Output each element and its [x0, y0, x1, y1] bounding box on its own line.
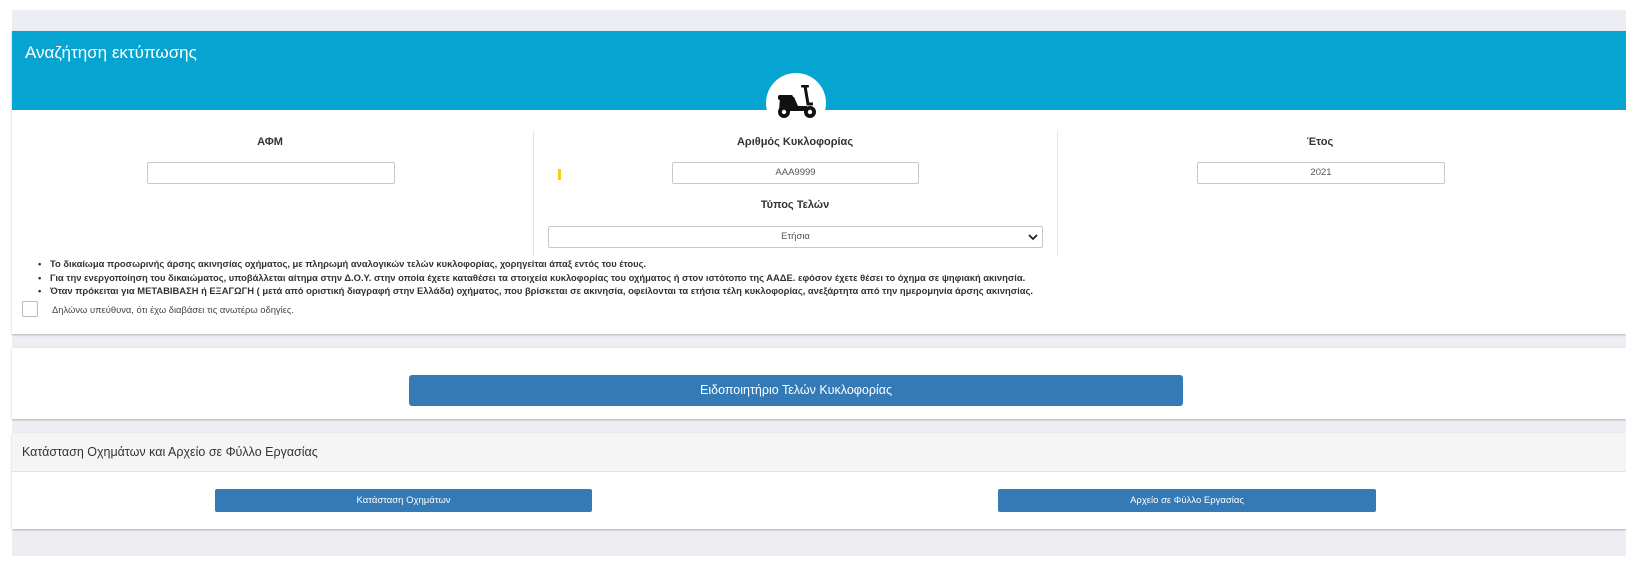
vehicle-status-header: Κατάσταση Οχημάτων και Αρχείο σε Φύλλο Ε… — [12, 433, 1626, 472]
afm-label: ΑΦΜ — [257, 136, 283, 148]
fee-type-select[interactable]: Ετήσια — [548, 226, 1043, 248]
spreadsheet-file-button[interactable]: Αρχείο σε Φύλλο Εργασίας — [998, 489, 1376, 512]
column-divider — [1057, 131, 1058, 256]
vehicle-status-button[interactable]: Κατάσταση Οχημάτων — [215, 489, 592, 512]
declaration-label: Δηλώνω υπεύθυνα, ότι έχω διαβάσει τις αν… — [52, 304, 295, 315]
instruction-item: Όταν πρόκειται για ΜΕΤΑΒΙΒΑΣΗ ή ΕΞΑΓΩΓΗ … — [38, 284, 1033, 298]
traffic-fees-notice-button[interactable]: Ειδοποιητήριο Τελών Κυκλοφορίας — [409, 375, 1183, 406]
instructions-list: Το δικαίωμα προσωρινής άρσης ακινησίας ο… — [38, 257, 1033, 298]
notice-panel: Ειδοποιητήριο Τελών Κυκλοφορίας — [12, 348, 1626, 419]
declaration-checkbox[interactable] — [22, 301, 38, 317]
plate-field[interactable]: AAA9999 — [672, 162, 919, 184]
vehicle-status-panel: Κατάσταση Οχημάτων και Αρχείο σε Φύλλο Ε… — [12, 433, 1626, 529]
year-field[interactable]: 2021 — [1197, 162, 1445, 184]
column-divider — [533, 131, 534, 256]
instruction-item: Για την ενεργοποίηση του δικαιώματος, υπ… — [38, 271, 1033, 285]
instruction-item: Το δικαίωμα προσωρινής άρσης ακινησίας ο… — [38, 257, 1033, 271]
fee-type-selected: Ετήσια — [781, 231, 810, 242]
vehicle-status-title: Κατάσταση Οχημάτων και Αρχείο σε Φύλλο Ε… — [22, 445, 318, 459]
top-band — [0, 0, 1626, 10]
plate-label: Αριθμός Κυκλοφορίας — [736, 136, 854, 148]
chevron-down-icon — [1027, 230, 1039, 252]
vehicle-type-badge — [766, 73, 826, 133]
fee-type-label: Τύπος Τελών — [760, 199, 830, 211]
afm-field[interactable] — [147, 162, 395, 184]
search-panel: Αναζήτηση εκτύπωσης ΑΦΜ Αριθμός Κυκλοφορ… — [12, 31, 1626, 334]
year-label: Έτος — [1306, 136, 1334, 148]
field-marker — [558, 169, 561, 180]
page-title: Αναζήτηση εκτύπωσης — [25, 43, 197, 62]
